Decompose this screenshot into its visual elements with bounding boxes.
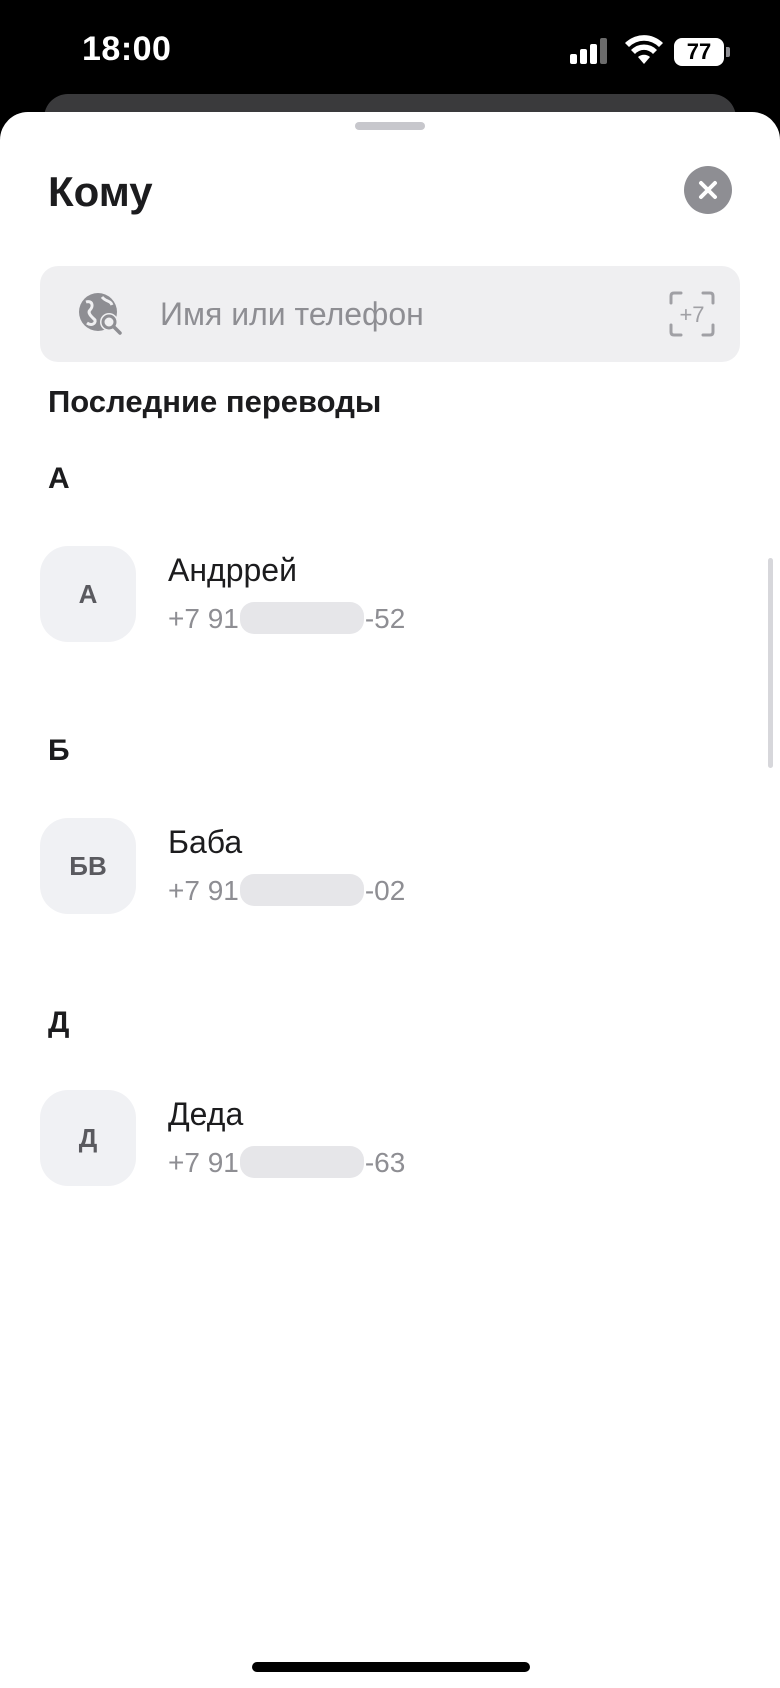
phone-prefix: +7 91 <box>168 875 239 906</box>
section-letter: Д <box>48 1006 70 1039</box>
contact-avatar: Д <box>40 1090 136 1186</box>
section-letter: Б <box>48 734 70 767</box>
phone-masked <box>239 602 364 634</box>
battery-level: 77 <box>686 39 712 64</box>
scan-phone-icon[interactable]: +7 <box>668 290 716 338</box>
contact-item[interactable]: А Андррей +7 91 -52 <box>40 546 740 646</box>
scrollbar[interactable] <box>768 558 773 768</box>
phone-suffix: -63 <box>364 1147 406 1178</box>
contact-avatar: БВ <box>40 818 136 914</box>
home-indicator[interactable] <box>252 1662 530 1672</box>
battery-icon: 77 <box>674 38 730 66</box>
search-input[interactable] <box>160 266 640 362</box>
contact-name: Баба <box>168 824 243 860</box>
svg-text:+7: +7 <box>679 302 704 327</box>
sheet-grabber[interactable] <box>355 122 425 130</box>
phone-prefix: +7 91 <box>168 1147 239 1178</box>
close-button[interactable] <box>684 166 732 214</box>
phone-suffix: -52 <box>364 603 406 634</box>
status-time: 18:00 <box>82 30 172 68</box>
section-letter: А <box>48 462 70 495</box>
contact-name: Андррей <box>168 552 297 588</box>
contact-item[interactable]: Д Деда +7 91 -63 <box>40 1090 740 1190</box>
status-bar: 18:00 77 <box>0 0 780 100</box>
globe-search-icon <box>79 293 122 335</box>
cellular-signal-icon <box>570 38 607 64</box>
phone-masked <box>239 1146 364 1178</box>
phone-prefix: +7 91 <box>168 603 239 634</box>
phone-suffix: -02 <box>364 875 406 906</box>
contact-phone: +7 91 -63 <box>168 1146 405 1179</box>
contact-name: Деда <box>168 1096 244 1132</box>
contact-avatar: А <box>40 546 136 642</box>
wifi-icon <box>625 35 663 64</box>
contact-phone: +7 91 -02 <box>168 874 405 907</box>
recipient-sheet: Кому +7 Последние переводы А А Андррей +… <box>0 112 780 1688</box>
phone-masked <box>239 874 364 906</box>
recent-transfers-heading: Последние переводы <box>48 384 382 419</box>
search-bar[interactable]: +7 <box>40 266 740 362</box>
contact-item[interactable]: БВ Баба +7 91 -02 <box>40 818 740 918</box>
sheet-title: Кому <box>48 168 153 215</box>
contact-phone: +7 91 -52 <box>168 602 405 635</box>
close-icon <box>699 181 717 199</box>
